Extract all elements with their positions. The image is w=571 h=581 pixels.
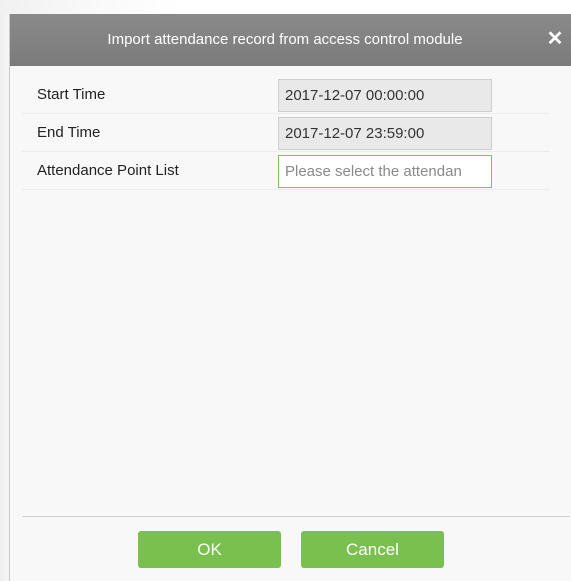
end-time-field[interactable]: 2017-12-07 23:59:00 [278, 117, 492, 150]
attendance-point-select[interactable]: Please select the attendan [278, 155, 492, 188]
dialog-title: Import attendance record from access con… [107, 31, 463, 48]
background-shadow [0, 0, 180, 14]
ok-button[interactable]: OK [138, 531, 281, 568]
end-time-label: End Time [37, 124, 101, 141]
start-time-row: Start Time 2017-12-07 00:00:00 [22, 76, 550, 114]
end-time-row: End Time 2017-12-07 23:59:00 [22, 114, 550, 152]
attendance-point-list-row: Attendance Point List Please select the … [22, 152, 550, 190]
start-time-field[interactable]: 2017-12-07 00:00:00 [278, 79, 492, 112]
page: Import attendance record from access con… [0, 0, 571, 581]
start-time-label: Start Time [37, 86, 106, 103]
cancel-button[interactable]: Cancel [301, 531, 444, 568]
footer-divider [22, 516, 570, 517]
close-icon[interactable]: ✕ [545, 28, 565, 50]
attendance-point-list-label: Attendance Point List [37, 162, 179, 179]
dialog-titlebar: Import attendance record from access con… [10, 14, 571, 66]
import-attendance-dialog: Import attendance record from access con… [9, 14, 571, 581]
